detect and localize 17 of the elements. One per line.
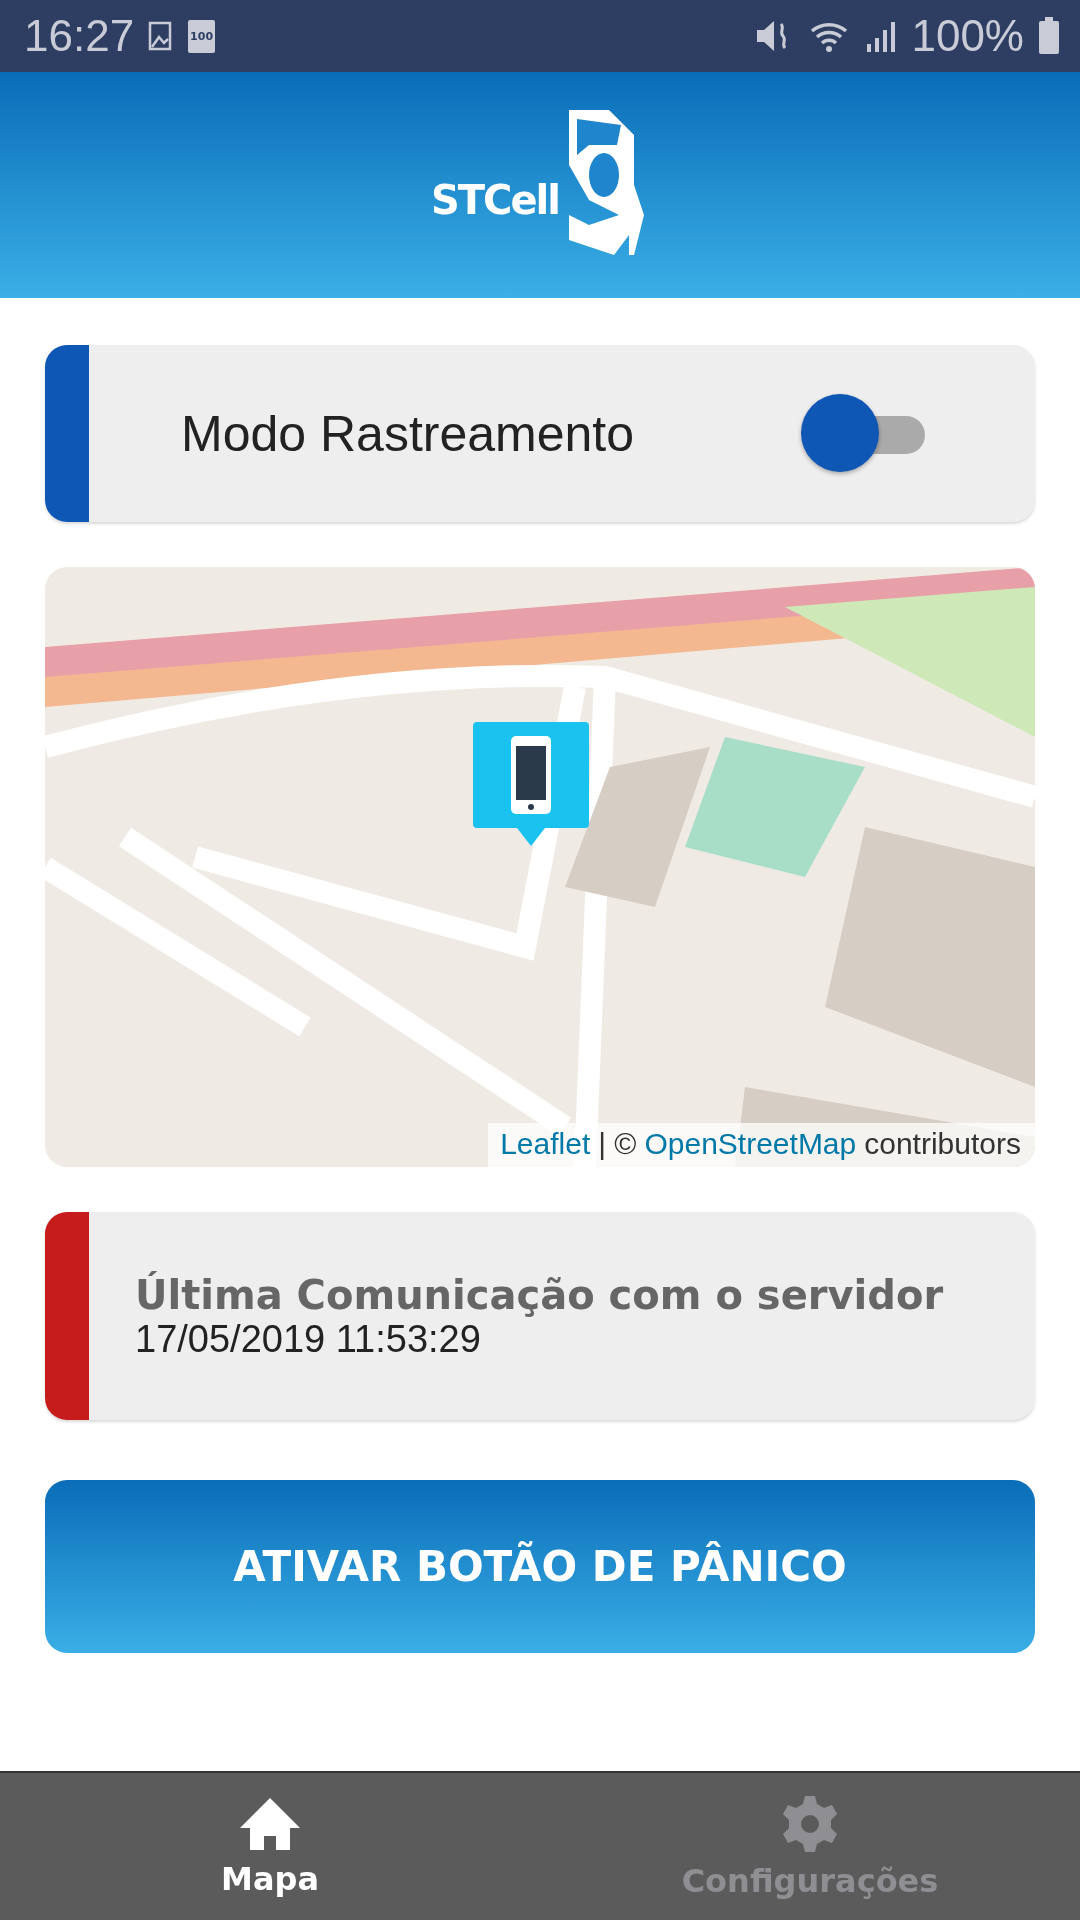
logo-text: STCell <box>431 177 559 223</box>
leaflet-link[interactable]: Leaflet <box>500 1127 591 1161</box>
communication-timestamp: 17/05/2019 11:53:29 <box>135 1317 482 1361</box>
attribution-separator: | © <box>598 1127 637 1161</box>
home-icon <box>238 1795 302 1852</box>
tracking-switch[interactable] <box>801 393 925 474</box>
battery-percentage: 100% <box>911 11 1024 61</box>
battery-level-icon: 100 <box>188 19 216 53</box>
communication-title: Última Comunicação com o servidor <box>135 1271 944 1318</box>
panic-button[interactable]: ATIVAR BOTÃO DE PÂNICO <box>45 1480 1035 1653</box>
settings-icon <box>780 1793 840 1854</box>
tracking-label: Modo Rastreamento <box>181 404 635 463</box>
attribution-text: contributors <box>864 1127 1021 1161</box>
clock: 16:27 <box>24 11 135 61</box>
battery-icon <box>1038 17 1060 55</box>
nav-tab[interactable]: Mapa <box>0 1773 540 1920</box>
openstreetmap-link[interactable]: OpenStreetMap <box>644 1127 857 1161</box>
